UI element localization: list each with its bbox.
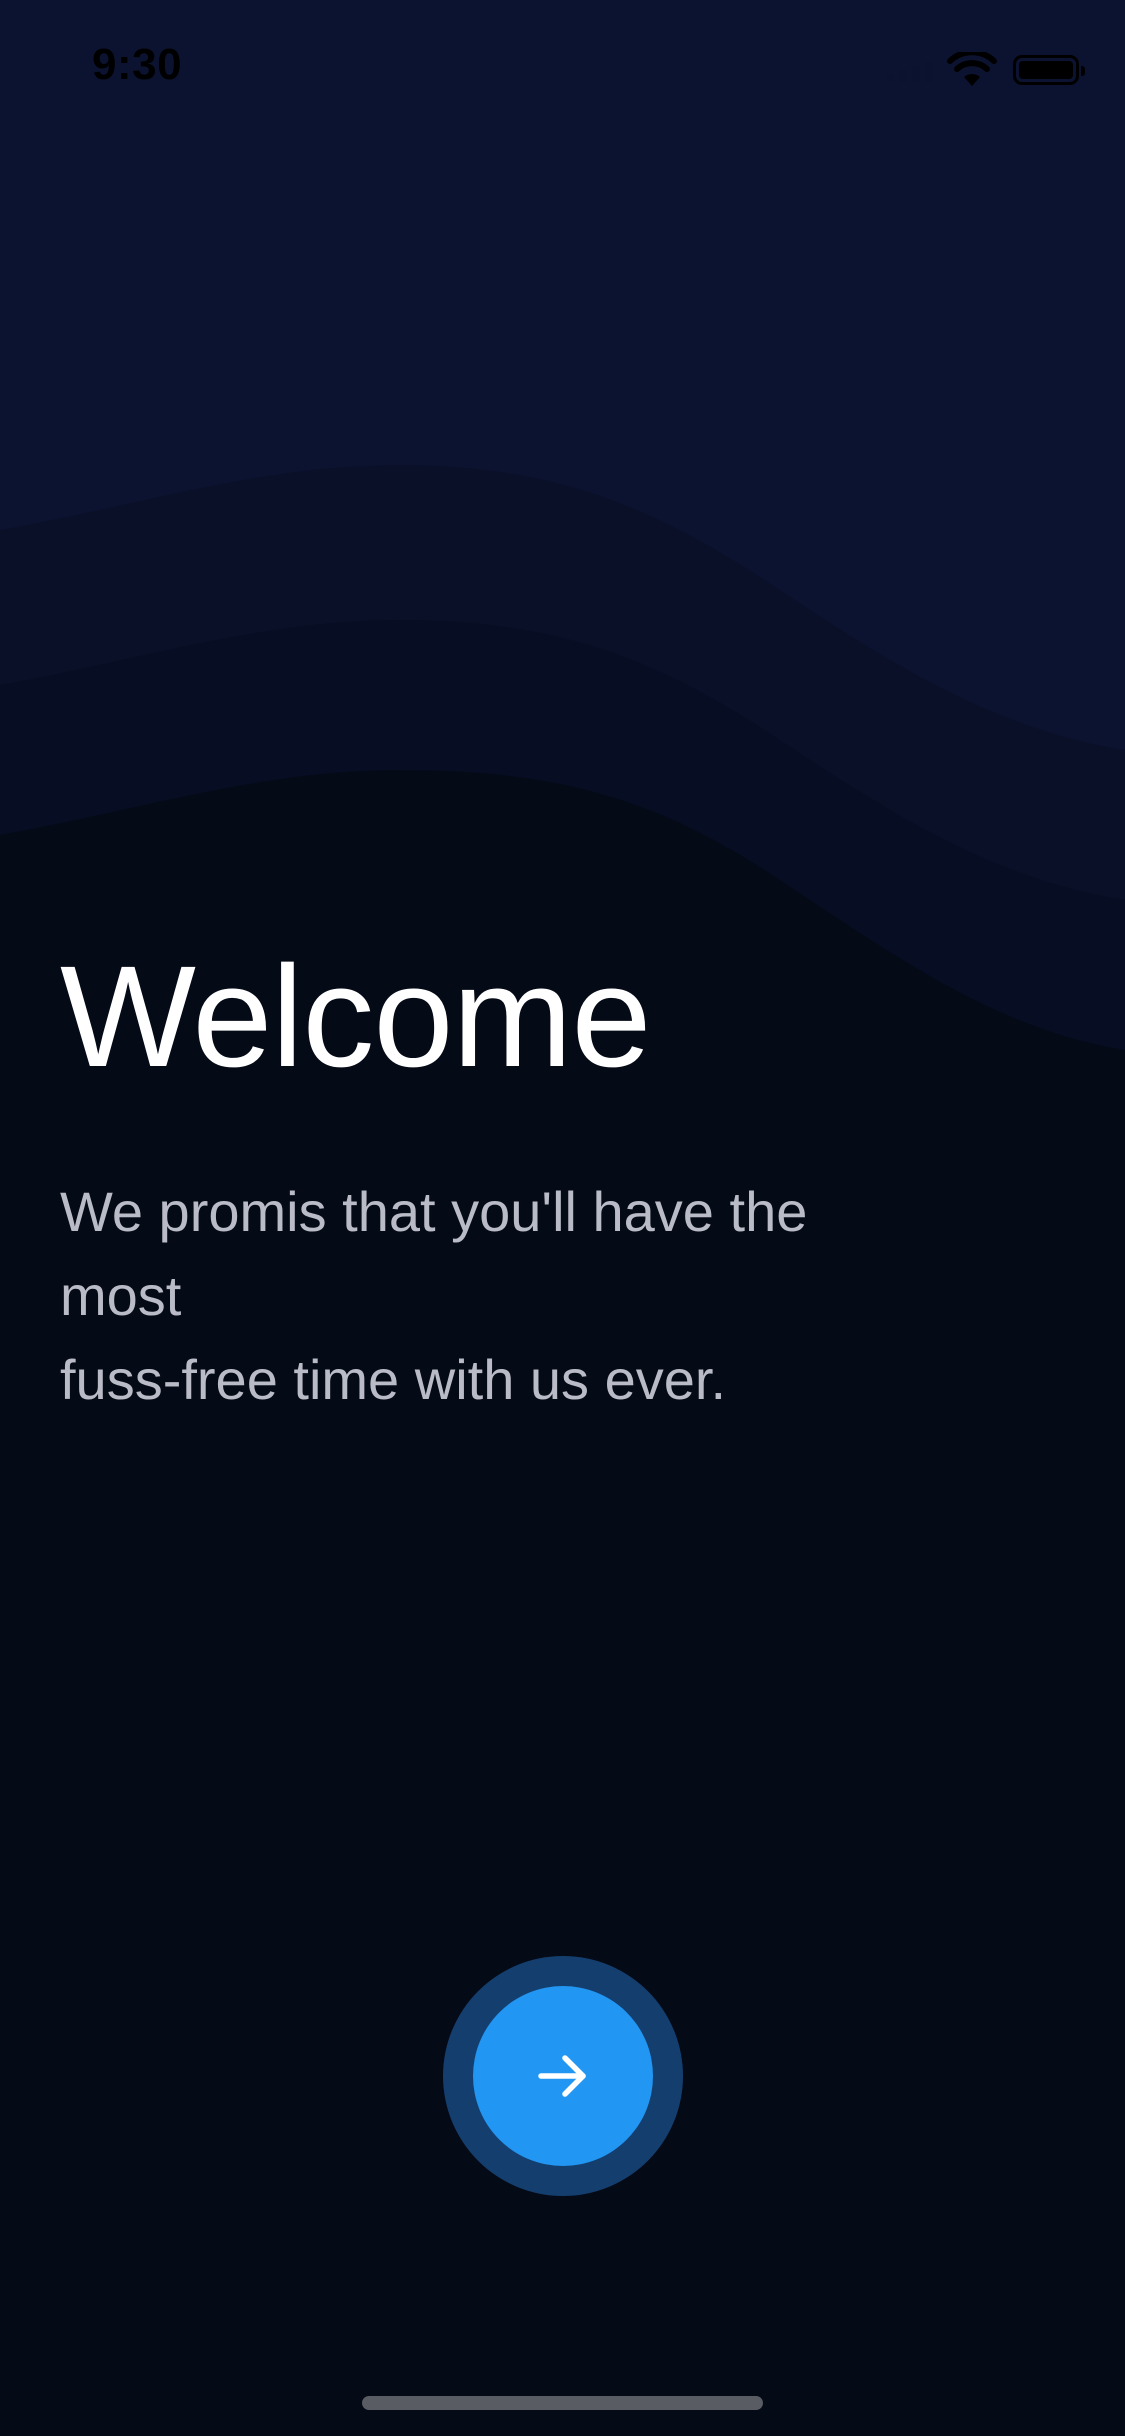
battery-level [1019,61,1073,79]
subtitle-line: fuss-free time with us ever. [60,1348,727,1411]
battery-icon [1013,55,1085,85]
status-bar: 9:30 [0,0,1125,140]
subtitle-line: most [60,1264,182,1327]
status-icons [886,48,1085,92]
welcome-subtitle: We promis that you'll have the most fuss… [60,1170,1020,1422]
arrow-right-icon [538,2055,586,2097]
wifi-icon [947,52,997,86]
cellular-signal-icon [886,58,933,82]
next-button-inner[interactable] [473,1986,653,2166]
welcome-screen: 9:30 Welcome We promis that you'll have … [0,0,1125,2436]
page-title: Welcome [60,936,652,1097]
background-waves [0,0,1125,1100]
home-indicator [362,2396,763,2410]
battery-cap [1081,66,1085,76]
subtitle-line: We promis that you'll have the [60,1180,808,1243]
next-button[interactable] [443,1956,683,2196]
status-time: 9:30 [92,40,183,89]
